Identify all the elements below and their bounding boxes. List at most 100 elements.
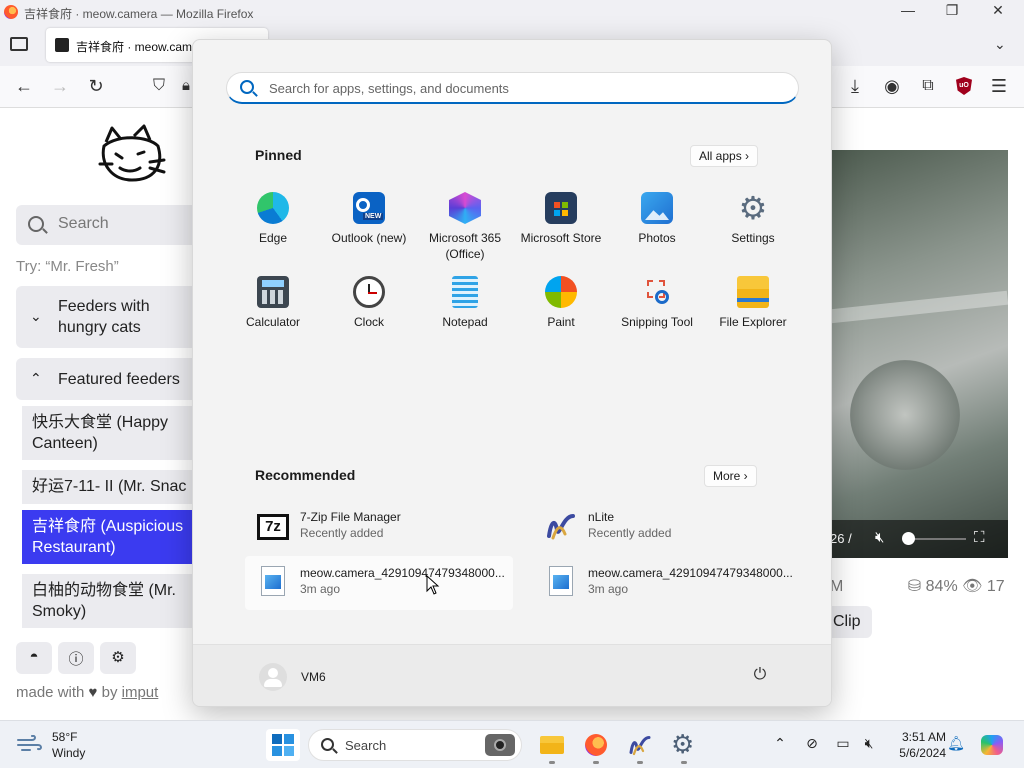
pinned-app-store[interactable]: Microsoft Store: [513, 192, 609, 246]
pinned-app-paint[interactable]: Paint: [513, 276, 609, 330]
muted-icon[interactable]: 🔇︎: [875, 529, 884, 546]
settings-button[interactable]: ⚙: [100, 642, 136, 674]
chevron-down-icon[interactable]: ⌄: [994, 36, 1006, 53]
accordion-hungry-cats[interactable]: ⌄ Feeders with hungry cats: [16, 286, 216, 348]
download-icon[interactable]: ⤓: [844, 76, 866, 96]
taskbar-nlite[interactable]: [623, 729, 657, 764]
clock-date[interactable]: 5/6/2024: [890, 746, 946, 760]
taskbar-settings[interactable]: ⚙: [667, 729, 701, 764]
pinned-app-calculator[interactable]: Calculator: [225, 276, 321, 330]
notification-bell-icon[interactable]: 🔔︎: [947, 735, 965, 752]
network-icon[interactable]: ⊘: [803, 735, 821, 752]
fullscreen-icon[interactable]: ⛶: [974, 529, 985, 546]
outlook-icon: NEW: [353, 192, 385, 224]
close-button[interactable]: ✕: [988, 2, 1008, 19]
volume-knob[interactable]: [902, 532, 915, 545]
pinned-app-notepad[interactable]: Notepad: [417, 276, 513, 330]
info-button[interactable]: ⓘ: [58, 642, 94, 674]
recommended-sub: Recently added: [588, 526, 672, 540]
menu-icon[interactable]: ☰: [988, 76, 1010, 96]
gear-icon: ⚙: [111, 649, 125, 666]
app-label: Settings: [731, 231, 775, 245]
taskbar: 58°F Windy Search ⚙ ⌃ ⊘ ▭ 🔇︎ 3:51 AM 5/6…: [0, 720, 1024, 768]
more-button[interactable]: More ›: [704, 465, 757, 487]
search-placeholder: Search: [345, 738, 387, 753]
minimize-button[interactable]: —: [898, 2, 918, 18]
accordion-featured-feeders[interactable]: ⌃ Featured feeders: [16, 358, 216, 400]
start-search-input[interactable]: Search for apps, settings, and documents: [226, 72, 799, 104]
pinned-app-file-explorer[interactable]: File Explorer: [705, 276, 801, 330]
made-with-footer: made with ♥ by imput: [16, 684, 158, 701]
feeder-search-input[interactable]: Search: [16, 205, 216, 245]
snipping-icon: [641, 276, 673, 308]
video-controls: 26 / 🔇︎ ⛶: [830, 520, 1008, 558]
restore-button[interactable]: ❐: [942, 2, 962, 19]
power-icon[interactable]: ⏻: [749, 666, 771, 688]
author-link[interactable]: imput: [122, 684, 159, 701]
pinned-app-edge[interactable]: Edge: [225, 192, 321, 246]
pinned-app-settings[interactable]: ⚙ Settings: [705, 192, 801, 246]
recommended-sub: Recently added: [300, 526, 384, 540]
food-icon: ⛁: [907, 578, 922, 595]
viewer-count: 17: [986, 578, 1005, 595]
clock-time[interactable]: 3:51 AM: [890, 730, 946, 744]
taskbar-file-explorer[interactable]: [535, 729, 569, 764]
feeder-item-selected[interactable]: 吉祥食府 (Auspicious Restaurant): [22, 510, 216, 564]
account-icon[interactable]: ◉: [881, 76, 903, 96]
paint-icon: [545, 276, 577, 308]
volume-muted-icon[interactable]: 🔇︎: [860, 735, 878, 752]
discord-icon: ◓: [29, 648, 39, 665]
pinned-app-clock[interactable]: Clock: [321, 276, 417, 330]
pinned-app-outlook[interactable]: NEW Outlook (new): [321, 192, 417, 246]
wind-icon[interactable]: [16, 735, 42, 751]
start-button[interactable]: [266, 729, 300, 761]
forward-button[interactable]: →: [49, 76, 71, 96]
clip-button[interactable]: Clip: [826, 606, 872, 638]
recommended-item-7zip[interactable]: 7z 7-Zip File Manager Recently added: [245, 500, 513, 554]
tab-title: 吉祥食府 · meow.cam: [76, 40, 193, 54]
ublock-origin-icon[interactable]: uO: [956, 77, 972, 95]
camera-video[interactable]: 26 / 🔇︎ ⛶: [830, 150, 1008, 558]
user-name[interactable]: VM6: [301, 670, 326, 684]
calculator-icon: [257, 276, 289, 308]
recommended-item-nlite[interactable]: nLite Recently added: [533, 500, 801, 554]
camera-icon: [485, 734, 515, 756]
user-avatar-icon[interactable]: [259, 663, 287, 691]
weather-temp[interactable]: 58°F: [52, 730, 77, 744]
app-label: Calculator: [245, 315, 301, 329]
back-button[interactable]: ←: [13, 76, 35, 96]
all-apps-button[interactable]: All apps ›: [690, 145, 759, 167]
copilot-icon: [981, 735, 1003, 755]
search-placeholder: Search: [58, 215, 109, 232]
show-hidden-icons[interactable]: ⌃: [771, 735, 789, 752]
app-label: Edge: [258, 231, 288, 245]
search-icon: [321, 738, 334, 751]
feeder-item[interactable]: 白柚的动物食堂 (Mr. Smoky): [22, 574, 216, 628]
shield-icon[interactable]: ⛉: [148, 76, 170, 96]
recommended-item-image-1[interactable]: meow.camera_42910947479348000... 3m ago: [245, 556, 513, 610]
feeder-item[interactable]: 好运7-11- II (Mr. Snac: [22, 470, 216, 504]
reload-button[interactable]: ↻: [85, 76, 107, 96]
tab-list-icon[interactable]: [10, 37, 28, 51]
recommended-item-image-2[interactable]: meow.camera_42910947479348000... 3m ago: [533, 556, 801, 610]
weather-desc[interactable]: Windy: [52, 746, 85, 760]
copilot-button[interactable]: [976, 729, 1008, 761]
taskbar-firefox[interactable]: [579, 729, 613, 764]
pinned-app-microsoft-365[interactable]: Microsoft 365 (Office): [417, 192, 513, 262]
recommended-name: meow.camera_42910947479348000...: [588, 566, 793, 580]
photos-icon: [641, 192, 673, 224]
pinned-app-photos[interactable]: Photos: [609, 192, 705, 246]
volume-slider[interactable]: [910, 538, 966, 540]
extensions-icon[interactable]: ⧉: [917, 76, 939, 96]
search-placeholder: Search for apps, settings, and documents: [269, 81, 509, 96]
notepad-icon: [452, 276, 478, 308]
pinned-app-snipping-tool[interactable]: Snipping Tool: [609, 276, 705, 330]
monitor-icon[interactable]: ▭: [834, 735, 852, 752]
cat-favicon-icon: [55, 38, 69, 52]
feeder-item[interactable]: 快乐大食堂 (Happy Canteen): [22, 406, 216, 460]
chevron-down-icon: ⌄: [30, 308, 42, 324]
discord-button[interactable]: ◓: [16, 642, 52, 674]
taskbar-search-input[interactable]: Search: [308, 729, 522, 761]
recommended-title: Recommended: [255, 467, 356, 483]
recommended-name: meow.camera_42910947479348000...: [300, 566, 505, 580]
